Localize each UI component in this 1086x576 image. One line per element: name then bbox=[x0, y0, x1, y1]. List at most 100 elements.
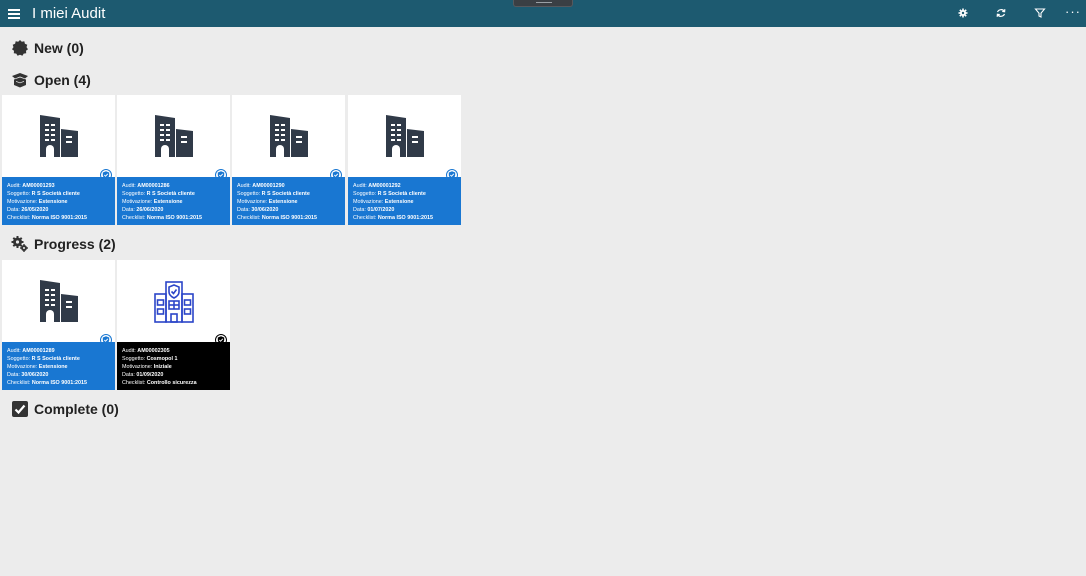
field-value: Estensione bbox=[384, 199, 414, 206]
card-field-data: Data: 30/06/2020 bbox=[237, 206, 345, 214]
card-info: Audit: AM00001290 Soggetto: R S Società c… bbox=[232, 177, 345, 225]
field-label: Soggetto: bbox=[353, 191, 377, 198]
card-field-motivazione: Motivazione: Estensione bbox=[237, 198, 345, 206]
field-value: R S Società cliente bbox=[261, 191, 310, 198]
field-label: Checklist: bbox=[122, 380, 146, 387]
field-label: Data: bbox=[7, 372, 20, 379]
field-value: Estensione bbox=[38, 364, 68, 371]
field-value: Estensione bbox=[268, 199, 298, 206]
card-field-audit: Audit: AM00002305 bbox=[122, 347, 230, 355]
field-value: AM00001290 bbox=[252, 183, 285, 189]
audit-card[interactable]: Audit: AM00001293 Soggetto: R S Società c… bbox=[2, 95, 115, 225]
field-label: Audit: bbox=[122, 348, 136, 354]
building-icon bbox=[348, 95, 461, 177]
card-info: Audit: AM00001289 Soggetto: R S Società c… bbox=[2, 342, 115, 390]
card-field-soggetto: Soggetto: R S Società cliente bbox=[237, 190, 345, 198]
building-icon bbox=[2, 260, 115, 342]
field-value: R S Società cliente bbox=[31, 356, 80, 363]
field-value: Controllo sicurezza bbox=[146, 380, 197, 387]
field-label: Soggetto: bbox=[122, 191, 146, 198]
secure-building-icon bbox=[117, 260, 230, 342]
card-field-checklist: Checklist: Norma ISO 9001:2015 bbox=[7, 214, 115, 222]
audit-card[interactable]: Audit: AM00001286 Soggetto: R S Società c… bbox=[117, 95, 230, 225]
field-label: Motivazione: bbox=[7, 364, 38, 371]
field-label: Motivazione: bbox=[122, 364, 153, 371]
card-field-soggetto: Soggetto: R S Società cliente bbox=[122, 190, 230, 198]
checkbox-icon bbox=[11, 400, 29, 418]
card-field-audit: Audit: AM00001289 bbox=[7, 347, 115, 355]
card-field-motivazione: Motivazione: Estensione bbox=[7, 363, 115, 371]
settings-icon[interactable] bbox=[956, 6, 970, 20]
building-icon bbox=[232, 95, 345, 177]
field-value: 30/06/2020 bbox=[21, 372, 49, 379]
card-field-data: Data: 01/07/2020 bbox=[353, 206, 461, 214]
field-value: Estensione bbox=[153, 199, 183, 206]
field-label: Checklist: bbox=[7, 380, 31, 387]
audit-card[interactable]: Audit: AM00001292 Soggetto: R S Società c… bbox=[348, 95, 461, 225]
section-title: Complete (0) bbox=[34, 401, 119, 417]
field-label: Checklist: bbox=[122, 215, 146, 222]
card-field-audit: Audit: AM00001286 bbox=[122, 182, 230, 190]
field-value: Norma ISO 9001:2015 bbox=[146, 215, 203, 222]
section-progress-header: Progress (2) bbox=[11, 234, 116, 254]
app-title: I miei Audit bbox=[32, 5, 106, 22]
field-label: Soggetto: bbox=[7, 356, 31, 363]
field-value: R S Società cliente bbox=[31, 191, 80, 198]
field-label: Audit: bbox=[237, 183, 251, 189]
field-label: Data: bbox=[7, 207, 20, 214]
audit-card[interactable]: Audit: AM00001290 Soggetto: R S Società c… bbox=[232, 95, 345, 225]
card-field-motivazione: Motivazione: Iniziale bbox=[122, 363, 230, 371]
field-value: AM00001293 bbox=[22, 183, 55, 189]
field-label: Soggetto: bbox=[7, 191, 31, 198]
field-value: 01/07/2020 bbox=[367, 207, 395, 214]
field-value: 30/06/2020 bbox=[251, 207, 279, 214]
section-new-header: New (0) bbox=[11, 38, 84, 58]
section-title: Open (4) bbox=[34, 72, 91, 88]
field-label: Data: bbox=[122, 207, 135, 214]
card-field-data: Data: 30/06/2020 bbox=[7, 371, 115, 379]
field-label: Motivazione: bbox=[237, 199, 268, 206]
card-field-motivazione: Motivazione: Estensione bbox=[353, 198, 461, 206]
field-value: R S Società cliente bbox=[377, 191, 426, 198]
section-open-header: Open (4) bbox=[11, 70, 91, 90]
card-info: Audit: AM00001293 Soggetto: R S Società c… bbox=[2, 177, 115, 225]
field-label: Motivazione: bbox=[122, 199, 153, 206]
card-field-checklist: Checklist: Norma ISO 9001:2015 bbox=[122, 214, 230, 222]
window-drag-handle[interactable] bbox=[513, 0, 573, 7]
field-value: Iniziale bbox=[153, 364, 172, 371]
field-value: Norma ISO 9001:2015 bbox=[377, 215, 434, 222]
section-complete-header: Complete (0) bbox=[11, 399, 119, 419]
badge-icon bbox=[11, 39, 29, 57]
more-options-icon[interactable]: ··· bbox=[1064, 5, 1082, 19]
field-value: Cosmopol 1 bbox=[146, 356, 178, 363]
card-field-data: Data: 26/05/2020 bbox=[7, 206, 115, 214]
field-value: Norma ISO 9001:2015 bbox=[31, 215, 88, 222]
field-value: AM00002305 bbox=[137, 348, 170, 354]
card-field-checklist: Checklist: Norma ISO 9001:2015 bbox=[7, 379, 115, 387]
filter-icon[interactable] bbox=[1033, 6, 1047, 20]
refresh-icon[interactable] bbox=[994, 6, 1008, 20]
card-field-audit: Audit: AM00001293 bbox=[7, 182, 115, 190]
field-label: Soggetto: bbox=[122, 356, 146, 363]
card-field-data: Data: 01/09/2020 bbox=[122, 371, 230, 379]
card-field-motivazione: Motivazione: Estensione bbox=[7, 198, 115, 206]
card-field-soggetto: Soggetto: R S Società cliente bbox=[353, 190, 461, 198]
card-info: Audit: AM00002305 Soggetto: Cosmopol 1 Mot… bbox=[117, 342, 230, 390]
card-field-motivazione: Motivazione: Estensione bbox=[122, 198, 230, 206]
field-value: AM00001292 bbox=[368, 183, 401, 189]
hamburger-menu-icon[interactable] bbox=[8, 9, 20, 19]
audit-card[interactable]: Audit: AM00002305 Soggetto: Cosmopol 1 Mot… bbox=[117, 260, 230, 390]
card-field-soggetto: Soggetto: R S Società cliente bbox=[7, 190, 115, 198]
field-label: Soggetto: bbox=[237, 191, 261, 198]
field-label: Motivazione: bbox=[7, 199, 38, 206]
gears-icon bbox=[11, 235, 29, 253]
field-value: 01/09/2020 bbox=[136, 372, 164, 379]
audit-card[interactable]: Audit: AM00001289 Soggetto: R S Società c… bbox=[2, 260, 115, 390]
open-box-icon bbox=[11, 71, 29, 89]
field-label: Motivazione: bbox=[353, 199, 384, 206]
field-value: R S Società cliente bbox=[146, 191, 195, 198]
field-value: 26/05/2020 bbox=[21, 207, 49, 214]
card-field-soggetto: Soggetto: Cosmopol 1 bbox=[122, 355, 230, 363]
field-value: Estensione bbox=[38, 199, 68, 206]
card-field-checklist: Checklist: Norma ISO 9001:2015 bbox=[237, 214, 345, 222]
